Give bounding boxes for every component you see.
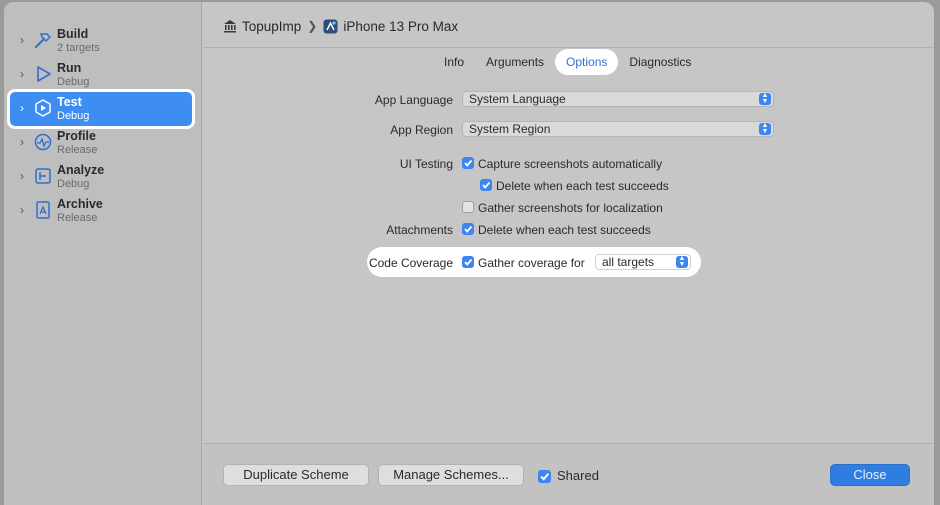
sidebar-item-label: Run: [57, 61, 82, 75]
code-coverage-label: Code Coverage: [368, 256, 453, 270]
attachments-label: Attachments: [386, 223, 453, 237]
tab-info[interactable]: Info: [435, 51, 473, 73]
close-button[interactable]: Close: [830, 464, 910, 486]
delete-screenshots-checkbox[interactable]: [480, 179, 492, 191]
sidebar-item-sublabel: 2 targets: [57, 42, 100, 54]
sidebar-item-sublabel: Debug: [57, 110, 90, 122]
localization-screenshots-text: Gather screenshots for localization: [478, 201, 663, 215]
chevron-right-icon[interactable]: ›: [20, 170, 30, 182]
chevron-right-icon[interactable]: ›: [20, 102, 30, 114]
sidebar-item-archive[interactable]: › Archive Release: [4, 194, 202, 228]
gauge-icon: [34, 133, 52, 151]
sidebar-item-label: Test: [57, 95, 82, 109]
sidebar-item-build[interactable]: › Build 2 targets: [4, 24, 202, 58]
sidebar-item-run[interactable]: › Run Debug: [4, 58, 202, 92]
delete-attachments-text: Delete when each test succeeds: [478, 223, 651, 237]
shared-label: Shared: [557, 468, 599, 483]
sidebar-item-label: Build: [57, 27, 89, 41]
app-region-popup[interactable]: System Region ▲ ▼: [462, 121, 774, 137]
app-language-label: App Language: [374, 93, 453, 107]
hammer-icon: [35, 33, 52, 48]
tab-options[interactable]: Options: [557, 51, 617, 73]
app-region-label: App Region: [390, 123, 453, 137]
chevron-right-icon[interactable]: ›: [20, 34, 30, 46]
tab-arguments[interactable]: Arguments: [477, 51, 553, 73]
chevron-right-icon[interactable]: ›: [20, 204, 30, 216]
chevron-up-down-icon: ▲ ▼: [676, 255, 688, 268]
breadcrumb: TopupImp ❯ iPhone 13 Pro Max: [223, 17, 458, 35]
tab-diagnostics[interactable]: Diagnostics: [620, 51, 700, 73]
capture-screenshots-text: Capture screenshots automatically: [478, 157, 663, 171]
archive-icon: [36, 201, 50, 219]
sidebar-item-label: Profile: [57, 129, 96, 143]
divider: [203, 47, 934, 48]
checkmark-icon: [540, 473, 550, 481]
sidebar-item-sublabel: Debug: [57, 178, 90, 190]
checkmark-icon: [482, 181, 491, 189]
checkmark-icon: [464, 225, 473, 233]
shared-checkbox[interactable]: [538, 470, 551, 483]
sidebar-item-test[interactable]: › Test Debug: [10, 92, 192, 126]
scheme-options-panel: TopupImp ❯ iPhone 13 Pro Max Info Argume…: [203, 2, 934, 505]
delete-screenshots-text: Delete when each test succeeds: [496, 179, 669, 193]
gather-coverage-text: Gather coverage for: [478, 256, 585, 270]
sidebar-item-profile[interactable]: › Profile Release: [4, 126, 202, 160]
app-language-value: System Language: [469, 92, 566, 106]
chevron-right-icon: ❯: [307, 19, 318, 33]
chevron-up-down-icon: ▲ ▼: [759, 122, 771, 135]
chevron-right-icon[interactable]: ›: [20, 136, 30, 148]
sidebar-item-label: Archive: [57, 197, 103, 211]
sidebar-item-analyze[interactable]: › Analyze Debug: [4, 160, 202, 194]
checkmark-icon: [464, 159, 473, 167]
capture-screenshots-checkbox[interactable]: [462, 157, 474, 169]
breadcrumb-project[interactable]: TopupImp: [242, 19, 301, 34]
app-language-popup[interactable]: System Language ▲ ▼: [462, 91, 774, 107]
scheme-editor-sheet: › Build 2 targets › Run Debug › Test Deb…: [4, 2, 934, 505]
coverage-targets-value: all targets: [602, 255, 655, 269]
manage-schemes-button[interactable]: Manage Schemes...: [378, 464, 524, 486]
sidebar-item-sublabel: Release: [57, 212, 98, 224]
delete-attachments-checkbox[interactable]: [462, 223, 474, 235]
breadcrumb-device[interactable]: iPhone 13 Pro Max: [343, 19, 458, 34]
footer-bar: Duplicate Scheme Manage Schemes... Share…: [203, 443, 934, 505]
duplicate-scheme-button[interactable]: Duplicate Scheme: [223, 464, 369, 486]
building-columns-icon: [224, 20, 236, 33]
gather-coverage-checkbox[interactable]: [462, 256, 474, 268]
checkmark-icon: [464, 258, 473, 266]
sidebar-item-sublabel: Debug: [57, 76, 90, 88]
localization-screenshots-checkbox[interactable]: [462, 201, 474, 213]
test-play-icon: [35, 99, 51, 117]
coverage-targets-popup[interactable]: all targets ▲ ▼: [595, 254, 691, 270]
sidebar-item-label: Analyze: [57, 163, 105, 177]
ui-testing-label: UI Testing: [399, 157, 453, 171]
tab-bar: Info Arguments Options Diagnostics: [433, 50, 702, 74]
sidebar-item-sublabel: Release: [57, 144, 98, 156]
chevron-up-down-icon: ▲ ▼: [759, 92, 771, 105]
analyze-icon: [35, 168, 51, 184]
play-icon: [37, 66, 51, 82]
app-icon: [323, 19, 338, 33]
chevron-right-icon[interactable]: ›: [20, 68, 30, 80]
app-region-value: System Region: [469, 122, 551, 136]
scheme-actions-sidebar: › Build 2 targets › Run Debug › Test Deb…: [4, 2, 202, 505]
